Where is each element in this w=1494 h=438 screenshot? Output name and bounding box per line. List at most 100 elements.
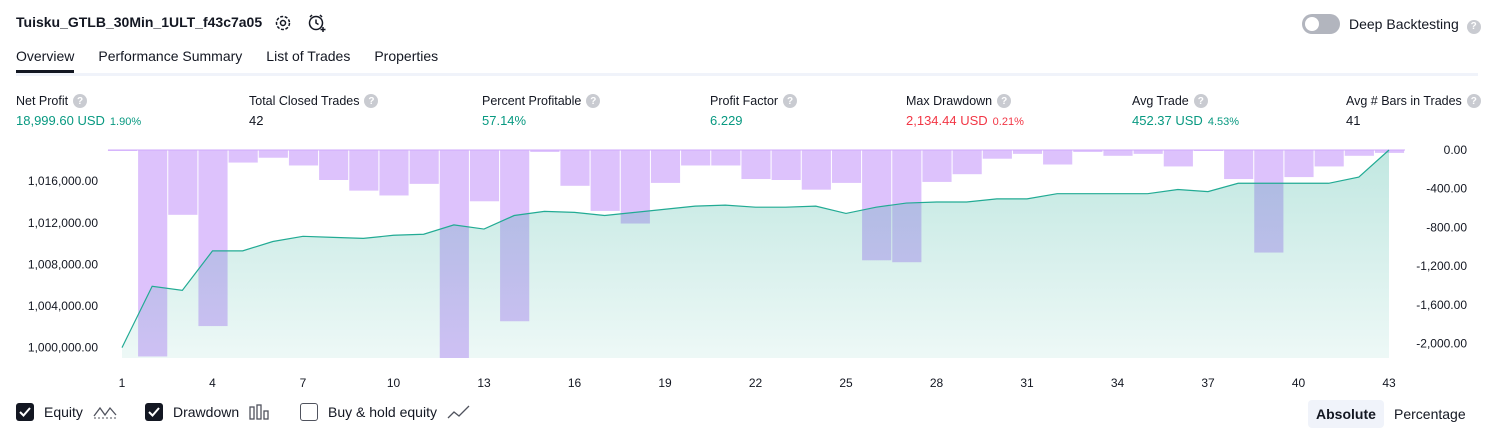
stat-value: 18,999.60 USD (16, 113, 105, 128)
x-axis-tick-label: 43 (1382, 376, 1396, 390)
equity-line-icon (93, 406, 117, 419)
equity-drawdown-chart[interactable]: 1,000,000.00 1,004,000.00 1,008,000.00 1,01… (0, 140, 1494, 398)
info-icon[interactable]: ? (997, 94, 1012, 108)
settings-gear-icon[interactable] (272, 12, 294, 34)
info-icon[interactable]: ? (586, 94, 601, 108)
left-axis-tick-label: 1,000,000.00 (28, 341, 98, 355)
right-axis-tick-label: -2,000.00 (1416, 336, 1467, 350)
right-axis-tick-label: -1,600.00 (1416, 298, 1467, 312)
stat-avg-trade: Avg Trade? 452.37 USD 4.53% (1132, 94, 1239, 128)
equity-checkbox[interactable] (16, 403, 34, 421)
drawdown-bar (681, 150, 711, 166)
x-axis-tick-label: 13 (477, 376, 491, 390)
stat-percent: 0.21% (992, 116, 1024, 128)
drawdown-bar (771, 150, 801, 180)
drawdown-bar (982, 150, 1012, 159)
drawdown-bar (831, 150, 862, 183)
drawdown-bar (1344, 150, 1374, 156)
right-axis-tick-label: 0.00 (1444, 143, 1468, 157)
x-axis-tick-label: 25 (839, 376, 853, 390)
stat-avg-bars: Avg # Bars in Trades? 41 (1346, 94, 1481, 128)
legend-buy-hold[interactable]: Buy & hold equity (300, 403, 471, 421)
stat-label: Total Closed Trades (249, 94, 360, 108)
left-axis-tick-label: 1,008,000.00 (28, 257, 98, 271)
drawdown-bar (560, 150, 590, 186)
x-axis-tick-label: 28 (930, 376, 944, 390)
stat-label: Avg Trade (1132, 94, 1189, 108)
drawdown-bar (349, 150, 379, 191)
drawdown-bar (258, 150, 288, 158)
strategy-title: Tuisku_GTLB_30Min_1ULT_f43c7a05 (16, 14, 263, 30)
drawdown-bar (1073, 150, 1103, 152)
info-icon[interactable]: ? (73, 94, 88, 108)
x-axis-tick-label: 22 (749, 376, 763, 390)
drawdown-bar (469, 150, 500, 202)
stat-value: 42 (249, 113, 264, 128)
x-axis-tick-label: 34 (1111, 376, 1125, 390)
stat-net-profit: Net Profit? 18,999.60 USD 1.90% (16, 94, 141, 128)
x-axis-tick-label: 4 (209, 376, 216, 390)
stat-label: Profit Factor (710, 94, 779, 108)
info-icon[interactable]: ? (1193, 94, 1208, 108)
stat-value: 57.14% (482, 113, 527, 128)
legend-label: Drawdown (173, 404, 240, 420)
drawdown-bar (1012, 150, 1043, 154)
percentage-button[interactable]: Percentage (1386, 400, 1474, 428)
tab-properties[interactable]: Properties (374, 48, 438, 73)
drawdown-bar (379, 150, 409, 196)
drawdown-bar (1224, 150, 1254, 180)
drawdown-bar (319, 150, 349, 180)
deep-backtesting-label: Deep Backtesting ? (1349, 16, 1481, 34)
x-axis-tick-label: 7 (300, 376, 307, 390)
stat-percent: 1.90% (109, 116, 142, 128)
drawdown-bar (1103, 150, 1133, 156)
tab-overview[interactable]: Overview (16, 48, 75, 73)
absolute-button[interactable]: Absolute (1308, 400, 1384, 428)
add-alert-clock-icon[interactable] (306, 12, 328, 34)
tab-list-of-trades[interactable]: List of Trades (266, 48, 350, 73)
stat-label: Net Profit (16, 94, 69, 108)
stat-label: Percent Profitable (482, 94, 582, 108)
stat-profit-factor: Profit Factor? 6.229 (710, 94, 798, 128)
drawdown-bar (1043, 150, 1073, 165)
tab-performance-summary[interactable]: Performance Summary (98, 48, 242, 73)
drawdown-bar (650, 150, 681, 183)
drawdown-bar (168, 150, 198, 215)
buy-hold-checkbox[interactable] (300, 403, 318, 421)
tab-bar: Overview Performance Summary List of Tra… (16, 48, 438, 73)
x-axis-tick-label: 37 (1201, 376, 1215, 390)
stat-percent-profitable: Percent Profitable? 57.14% (482, 94, 601, 128)
info-icon[interactable]: ? (1466, 94, 1481, 108)
x-axis-tick-label: 1 (119, 376, 126, 390)
stat-label: Max Drawdown (906, 94, 993, 108)
drawdown-bar (107, 150, 138, 151)
legend-label: Equity (44, 404, 83, 420)
deep-backtesting-toggle[interactable] (1302, 14, 1340, 34)
legend-equity[interactable]: Equity (16, 403, 117, 421)
right-axis-tick-label: -400.00 (1426, 182, 1467, 196)
stat-total-closed-trades: Total Closed Trades? 42 (249, 94, 379, 128)
right-axis-tick-label: -1,200.00 (1416, 259, 1467, 273)
toggle-knob (1305, 17, 1319, 31)
drawdown-bar (228, 150, 258, 163)
drawdown-bar (922, 150, 952, 182)
left-axis-tick-label: 1,012,000.00 (28, 216, 98, 230)
x-axis-tick-label: 19 (658, 376, 672, 390)
drawdown-bar (409, 150, 439, 184)
info-icon[interactable]: ? (364, 94, 379, 108)
drawdown-bar (1374, 150, 1405, 153)
help-icon[interactable]: ? (1466, 19, 1481, 34)
stat-label: Avg # Bars in Trades (1346, 94, 1462, 108)
info-icon[interactable]: ? (783, 94, 798, 108)
drawdown-bar (1284, 150, 1314, 178)
stat-percent: 4.53% (1207, 116, 1240, 128)
legend-drawdown[interactable]: Drawdown (145, 403, 271, 421)
drawdown-bar (1193, 150, 1224, 151)
drawdown-checkbox[interactable] (145, 403, 163, 421)
drawdown-bar (741, 150, 771, 180)
tabs-divider (16, 73, 1478, 76)
deep-backtesting-text: Deep Backtesting (1349, 16, 1459, 32)
drawdown-bar (711, 150, 741, 166)
drawdown-bar (952, 150, 982, 175)
drawdown-bar (590, 150, 620, 211)
